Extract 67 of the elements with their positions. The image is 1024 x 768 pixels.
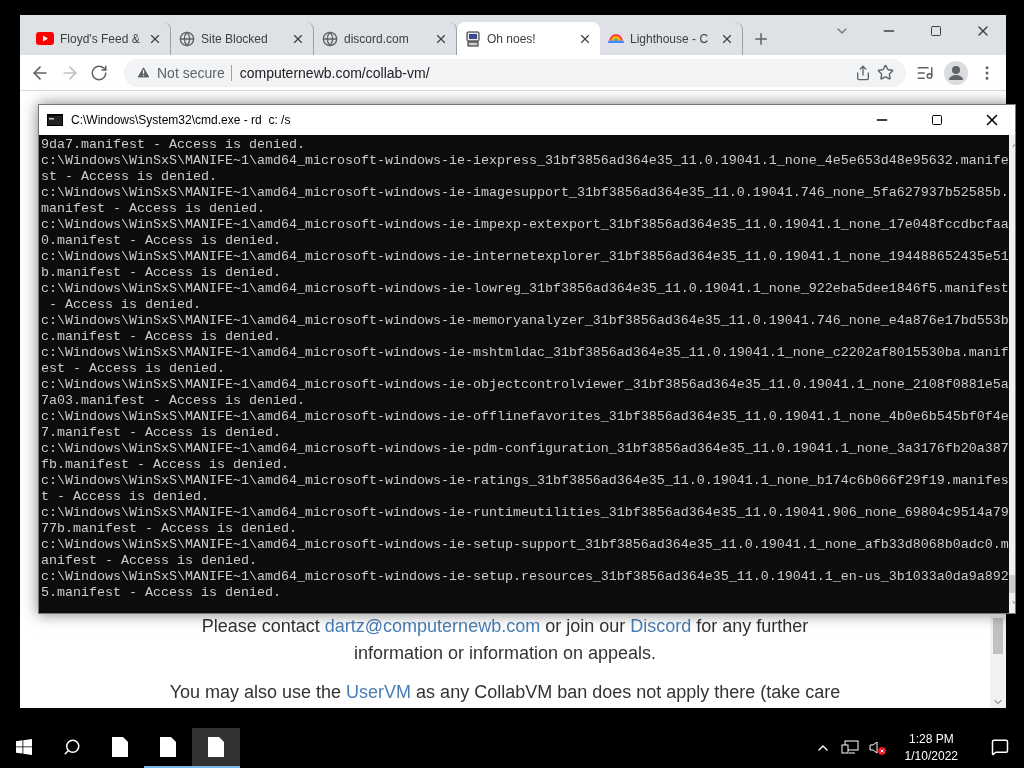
console-line: c:\Windows\WinSxS\MANIFE~1\amd64_microsoft-windows-ie-pdm-configuration_31bf3856ad364e35_11.0.19041.1_none_3a3176fb20a387 (41, 441, 1009, 457)
url-text: computernewb.com/collab-vm/ (230, 64, 849, 81)
clock[interactable]: 1:28 PM 1/10/2022 (896, 731, 966, 765)
console-line: c:\Windows\WinSxS\MANIFE~1\amd64_microsoft-windows-ie-setup-support_31bf3856ad364e35_11.0.19041.1_none_afb33d8068b0adc0.m (41, 537, 1009, 553)
console-line: c:\Windows\WinSxS\MANIFE~1\amd64_microsoft-windows-ie-impexp-extexport_31bf3856ad364e35_11.0.19041.1_none_17e048fccdbcfaa (41, 217, 1009, 233)
console-line: 7a03.manifest - Access is denied. (41, 393, 306, 409)
console-line: est - Access is denied. (41, 361, 226, 377)
console-app-icon (47, 114, 63, 126)
document-icon (208, 737, 224, 757)
page-paragraph: You may also use the UserVM as any CollabVM ban does not apply there (take care (169, 681, 841, 704)
console-line: 77b.manifest - Access is denied. (41, 521, 298, 537)
console-line: 9da7.manifest - Access is denied. (41, 137, 306, 153)
console-line: manifest - Access is denied. (41, 201, 266, 217)
page-paragraph: Please contact dartz@computernewb.com or join our Discord for any further information or information on appeals. (201, 615, 809, 665)
console-line: c:\Windows\WinSxS\MANIFE~1\amd64_microsoft-windows-ie-imagesupport_31bf3856ad364e35_11.0.19041.746_none_5fa627937b52585b. (41, 185, 1009, 201)
document-icon (160, 737, 176, 757)
console-line: c:\Windows\WinSxS\MANIFE~1\amd64_microsoft-windows-ie-internetexplorer_31bf3856ad364e35_11.0.19041.1_none_194488652435e51 (41, 249, 1009, 265)
console-line: b.manifest - Access is denied. (41, 265, 282, 281)
rainbow-icon (608, 34, 624, 43)
globe-icon (179, 30, 195, 47)
page-scrollbar[interactable] (990, 616, 1006, 708)
console-line: c:\Windows\WinSxS\MANIFE~1\amd64_microsoft-windows-ie-lowreg_31bf3856ad364e35_11.0.19041.1_none_922eba5dee1846f5.manifest (41, 281, 1009, 297)
console-line: st - Access is denied. (41, 169, 218, 185)
console-line: anifest - Access is denied. (41, 553, 258, 569)
text-link[interactable]: Discord (630, 616, 692, 636)
address-bar[interactable]: Not secure computernewb.com/collab-vm/ (124, 58, 906, 87)
console-line: 0.manifest - Access is denied. (41, 233, 282, 249)
network-icon[interactable] (840, 740, 859, 756)
text-link[interactable]: dartz@computernewb.com (324, 616, 541, 636)
document-icon (112, 737, 128, 757)
console-line: c:\Windows\WinSxS\MANIFE~1\amd64_microsoft-windows-ie-memoryanalyzer_31bf3856ad364e35_11.0.19041.746_none_e4a876e17bd553b (41, 313, 1009, 329)
notification-icon[interactable] (991, 738, 1009, 756)
muted-speaker-icon[interactable] (868, 740, 887, 756)
text-link[interactable]: UserVM (346, 682, 412, 702)
share-icon[interactable] (855, 64, 871, 81)
browser-tab[interactable]: Site Blocked (171, 22, 314, 55)
profile-icon[interactable] (944, 60, 968, 85)
maximize-icon[interactable] (929, 25, 942, 37)
globe-icon (322, 30, 338, 47)
console-line: c.manifest - Access is denied. (41, 329, 282, 345)
security-label: Not secure (157, 64, 225, 81)
console-line: c:\Windows\WinSxS\MANIFE~1\amd64_microsoft-windows-ie-offlinefavorites_31bf3856ad364e35_11.0.19041.1_none_4b0e6b545bf0f4e (41, 409, 1009, 425)
maximize-icon[interactable] (930, 114, 943, 126)
bookmark-star-icon[interactable] (877, 64, 894, 81)
console-line: 5.manifest - Access is denied. (41, 585, 282, 601)
windows-logo-icon[interactable] (16, 739, 32, 755)
browser-tab[interactable]: Lighthouse - C (600, 22, 743, 55)
console-line: c:\Windows\WinSxS\MANIFE~1\amd64_microsoft-windows-ie-mshtmldac_31bf3856ad364e35_11.0.19041.1_none_c2202af8015530ba.manif (41, 345, 1009, 361)
console-line: c:\Windows\WinSxS\MANIFE~1\amd64_microsoft-windows-ie-objectcontrolviewer_31bf3856ad364e35_11.0.19041.1_none_2108f0881e5a (41, 377, 1009, 393)
console-line: - Access is denied. (48, 297, 202, 313)
browser-tab[interactable]: Floyd's Feed & (28, 22, 171, 55)
console-line: c:\Windows\WinSxS\MANIFE~1\amd64_microsoft-windows-ie-iexpress_31bf3856ad364e35_11.0.19041.1_none_4e5e653d48e95632.manife (41, 153, 1009, 169)
browser-tab[interactable]: Oh noes! (457, 22, 600, 55)
search-icon[interactable] (63, 738, 81, 756)
taskbar-app-button[interactable] (192, 728, 240, 768)
console-line: fb.manifest - Access is denied. (41, 457, 290, 473)
console-line: c:\Windows\WinSxS\MANIFE~1\amd64_microsoft-windows-ie-ratings_31bf3856ad364e35_11.0.19041.1_none_b174c6b066f29f19.manifes (41, 473, 1009, 489)
console-line: 7.manifest - Access is denied. (41, 425, 282, 441)
window-title: C:\Windows\System32\cmd.exe - rd c: /s (71, 113, 292, 127)
console-line: t - Access is denied. (41, 489, 210, 505)
video-play-icon (36, 32, 54, 45)
scrollbar-thumb[interactable] (993, 618, 1003, 654)
console-line: c:\Windows\WinSxS\MANIFE~1\amd64_microsoft-windows-ie-runtimeutilities_31bf3856ad364e35_11.0.19041.906_none_69804c9514a79 (41, 505, 1009, 521)
console-line: c:\Windows\WinSxS\MANIFE~1\amd64_microsoft-windows-ie-setup.resources_31bf3856ad364e35_11.0.19041.1_en-us_3b1033a0da9a892 (41, 569, 1009, 585)
reload-icon[interactable] (90, 63, 108, 82)
computer-icon (465, 30, 481, 47)
warning-icon (136, 65, 151, 80)
